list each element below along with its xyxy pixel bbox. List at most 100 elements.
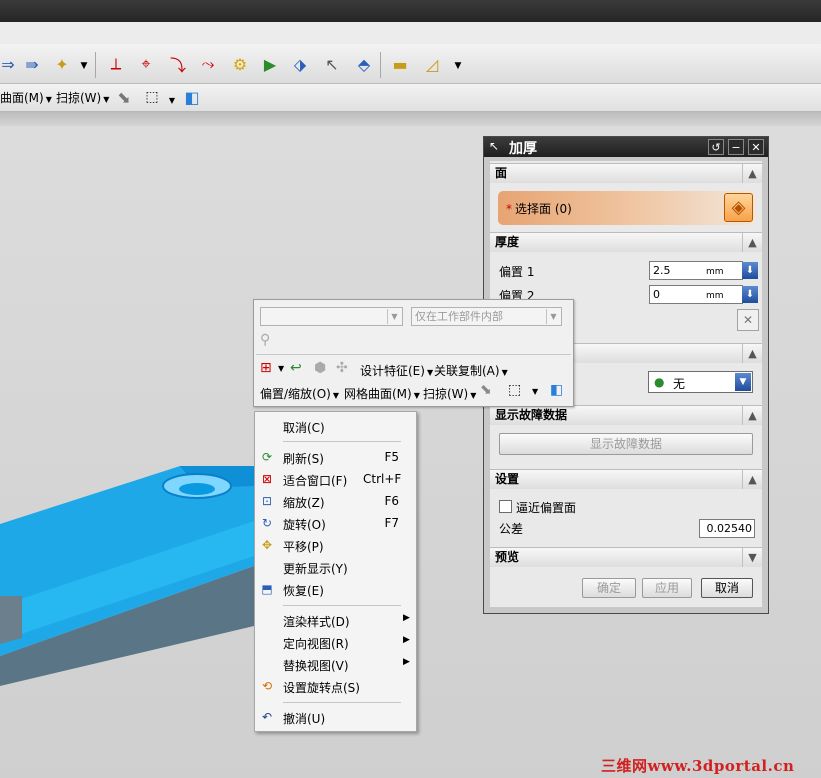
filter-combo[interactable]: ▼: [260, 307, 403, 326]
chevron-up-icon[interactable]: ▲: [742, 470, 762, 489]
datum-icon[interactable]: ⌖: [134, 52, 158, 76]
dialog-title: 加厚: [509, 141, 537, 157]
dialog-titlebar[interactable]: ↖ 加厚 ↺ − ✕: [484, 137, 768, 157]
submenu-arrow-icon: ▶: [403, 613, 410, 623]
design-feature-menu[interactable]: 设计特征(E) ▼: [360, 362, 433, 379]
show-failure-data-button[interactable]: 显示故障数据: [499, 433, 753, 455]
chevron-down-icon[interactable]: ▼: [546, 309, 560, 324]
menu-item-cancel[interactable]: 取消(C): [255, 416, 416, 436]
app-titlebar: [0, 0, 821, 22]
menu-item-refresh[interactable]: ⟳ 刷新(S) F5: [255, 447, 416, 467]
rotate-point-icon: ⟲: [261, 679, 273, 693]
revolve-feature-icon[interactable]: ⬢: [314, 360, 326, 376]
menu-item-zoom[interactable]: ⊡ 缩放(Z) F6: [255, 491, 416, 511]
measure-icon[interactable]: ▬: [388, 52, 412, 76]
offset2-input[interactable]: 0: [649, 285, 743, 304]
select-icon[interactable]: ↖: [320, 52, 344, 76]
menu-item-undo[interactable]: ↶ 撤消(U): [255, 707, 416, 727]
menu-item-restore[interactable]: ⬒ 恢复(E): [255, 579, 416, 599]
context-menu: 取消(C) ⟳ 刷新(S) F5 ⊠ 适合窗口(F) Ctrl+F ⊡ 缩放(Z) F6 ↻…: [254, 411, 417, 732]
trim-icon[interactable]: ⬊: [480, 382, 492, 398]
fit-window-icon: ⊠: [261, 472, 273, 486]
dropdown-arrow-icon[interactable]: ▼: [446, 54, 470, 78]
revolve-icon[interactable]: ⇛: [20, 52, 44, 76]
helix-icon[interactable]: ⚙: [228, 52, 252, 76]
sweep-icon[interactable]: ✦: [50, 52, 74, 76]
extrude-feature-icon[interactable]: ↩: [290, 360, 302, 376]
ok-button[interactable]: 确定: [582, 578, 636, 598]
collapse-icon[interactable]: −: [728, 139, 744, 155]
surface-menu[interactable]: 曲面(M) ▼: [0, 89, 52, 106]
chamfer-icon[interactable]: ⬊: [112, 85, 136, 109]
dropdown-arrow-icon[interactable]: ▼: [72, 54, 96, 78]
offset1-dropdown-icon[interactable]: ⬇: [742, 262, 758, 279]
popup-toolbar: ▼ 仅在工作部件内部 ▼ ⚲ ⊞ ▼ ↩ ⬢ ✣ 设计特征(E) ▼ 关联复制(A)…: [253, 299, 574, 407]
sketch-icon[interactable]: ⊞: [260, 360, 272, 376]
section-face-header[interactable]: 面 ▲: [490, 163, 762, 183]
section-preview-header[interactable]: 预览 ▼: [490, 547, 762, 567]
reverse-direction-icon[interactable]: ✕: [737, 309, 759, 331]
section-failure-header[interactable]: 显示故障数据 ▲: [490, 405, 762, 425]
face-select-cube-icon[interactable]: ◈: [724, 193, 753, 222]
tolerance-input[interactable]: 0.02540: [699, 519, 755, 538]
apply-button[interactable]: 应用: [642, 578, 692, 598]
ruler-icon[interactable]: ◿: [420, 52, 444, 76]
select-face-field[interactable]: * 选择面 (0) ◈: [498, 191, 756, 225]
sweep-menu-popup[interactable]: 扫掠(W) ▼: [423, 385, 476, 402]
extrude-icon[interactable]: ⇒: [0, 52, 20, 76]
menu-item-pan[interactable]: ✥ 平移(P): [255, 535, 416, 555]
dialog-pin-icon[interactable]: ↖: [489, 139, 499, 153]
menu-item-rotate[interactable]: ↻ 旋转(O) F7: [255, 513, 416, 533]
chevron-up-icon[interactable]: ▲: [742, 233, 762, 252]
selection-icon[interactable]: ⚲: [260, 332, 270, 348]
dropdown-arrow-icon[interactable]: ▼: [278, 364, 284, 373]
watermark: 三维网www.3dportal.cn: [601, 757, 795, 775]
reset-icon[interactable]: ↺: [708, 139, 724, 155]
offset1-label: 偏置 1: [499, 265, 535, 279]
chevron-up-icon[interactable]: ▲: [742, 406, 762, 425]
transform-icon[interactable]: ⬘: [352, 52, 376, 76]
mesh-surface-menu[interactable]: 网格曲面(M) ▼: [344, 385, 420, 402]
menu-item-render-style[interactable]: 渲染样式(D) ▶: [255, 610, 416, 630]
menu-item-orient-view[interactable]: 定向视图(R) ▶: [255, 632, 416, 652]
menu-separator: [283, 605, 401, 606]
hole-feature-icon[interactable]: ✣: [336, 360, 348, 376]
menu-item-set-rotate-point[interactable]: ⟲ 设置旋转点(S): [255, 676, 416, 696]
point-icon[interactable]: ⟂: [104, 52, 128, 76]
region-icon: ●: [654, 375, 665, 389]
chevron-down-icon[interactable]: ▼: [735, 373, 751, 391]
chevron-up-icon[interactable]: ▲: [742, 344, 762, 363]
menu-item-update-display[interactable]: 更新显示(Y): [255, 557, 416, 577]
approx-offset-checkbox[interactable]: [499, 500, 512, 513]
offset2-dropdown-icon[interactable]: ⬇: [742, 286, 758, 303]
offset-scale-menu[interactable]: 偏置/缩放(O) ▼: [260, 385, 339, 402]
section-settings-header[interactable]: 设置 ▲: [490, 469, 762, 489]
associative-copy-menu[interactable]: 关联复制(A) ▼: [434, 362, 508, 379]
popup-divider: [256, 354, 571, 355]
scope-combo[interactable]: 仅在工作部件内部 ▼: [411, 307, 562, 326]
menu-item-fit-window[interactable]: ⊠ 适合窗口(F) Ctrl+F: [255, 469, 416, 489]
curve-icon[interactable]: ⤵: [166, 52, 190, 76]
view-cube-icon[interactable]: ◧: [550, 382, 563, 398]
refresh-icon: ⟳: [261, 450, 273, 464]
intersect-icon[interactable]: ⬗: [288, 52, 312, 76]
sweep-menu[interactable]: 扫掠(W) ▼: [56, 89, 109, 106]
chevron-up-icon[interactable]: ▲: [742, 164, 762, 183]
menu-separator: [283, 441, 401, 442]
section-thickness-header[interactable]: 厚度 ▲: [490, 232, 762, 252]
spline-icon[interactable]: ⤳: [196, 52, 220, 76]
cancel-button[interactable]: 取消: [701, 578, 753, 598]
chevron-down-icon[interactable]: ▼: [387, 309, 401, 324]
model-hole-inner: [179, 483, 215, 495]
snap-icon[interactable]: ▶: [258, 52, 282, 76]
close-icon[interactable]: ✕: [748, 139, 764, 155]
chevron-down-icon[interactable]: ▼: [742, 548, 762, 567]
restore-icon: ⬒: [261, 582, 273, 596]
offset2-unit: mm: [706, 291, 724, 301]
dropdown-arrow-icon[interactable]: ▼: [532, 387, 538, 396]
offset1-input[interactable]: 2.5: [649, 261, 743, 280]
box-select-icon[interactable]: ⬚: [508, 382, 521, 398]
menu-item-replace-view[interactable]: 替换视图(V) ▶: [255, 654, 416, 674]
region-combo[interactable]: ● 无 ▼: [648, 371, 753, 393]
view-cube-icon[interactable]: ◧: [180, 85, 204, 109]
